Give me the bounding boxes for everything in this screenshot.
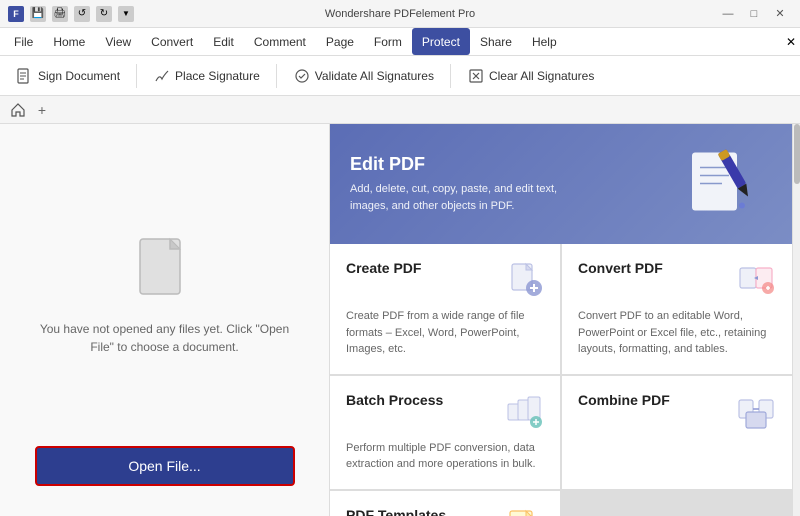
convert-pdf-header: Convert PDF xyxy=(578,260,776,300)
sign-document-label: Sign Document xyxy=(38,69,120,83)
main-area: You have not opened any files yet. Click… xyxy=(0,124,800,516)
cards-grid: Create PDF Create PDF from a wide range … xyxy=(330,244,792,516)
combine-pdf-card[interactable]: Combine PDF xyxy=(562,376,792,489)
toolbar-icon-5[interactable]: ▼ xyxy=(118,6,134,22)
app-icon: F xyxy=(8,6,24,22)
combine-pdf-icon xyxy=(736,392,776,432)
clear-sig-icon xyxy=(467,67,485,85)
batch-process-card[interactable]: Batch Process Perform multiple PDF conve… xyxy=(330,376,560,489)
clear-all-button[interactable]: Clear All Signatures xyxy=(459,60,602,92)
menu-edit[interactable]: Edit xyxy=(203,28,244,55)
place-signature-label: Place Signature xyxy=(175,69,260,83)
empty-state-text: You have not opened any files yet. Click… xyxy=(35,320,295,356)
close-panel-btn[interactable]: ✕ xyxy=(786,35,796,49)
sign-document-button[interactable]: Sign Document xyxy=(8,60,128,92)
convert-pdf-icon xyxy=(736,260,776,300)
clear-all-label: Clear All Signatures xyxy=(489,69,594,83)
place-sig-icon xyxy=(153,67,171,85)
scrollbar-thumb[interactable] xyxy=(794,124,800,184)
toolbar-icon-3[interactable]: ↺ xyxy=(74,6,90,22)
batch-process-title: Batch Process xyxy=(346,392,443,408)
sign-doc-icon xyxy=(16,67,34,85)
menu-convert[interactable]: Convert xyxy=(141,28,203,55)
menu-protect[interactable]: Protect xyxy=(412,28,470,55)
toolbar-icon-1[interactable]: 💾 xyxy=(30,6,46,22)
create-pdf-card[interactable]: Create PDF Create PDF from a wide range … xyxy=(330,244,560,374)
combine-pdf-title: Combine PDF xyxy=(578,392,670,408)
toolbar-divider-1 xyxy=(136,64,137,88)
create-pdf-title: Create PDF xyxy=(346,260,421,276)
banner-description: Add, delete, cut, copy, paste, and edit … xyxy=(350,181,590,214)
left-panel-content: You have not opened any files yet. Click… xyxy=(35,144,295,446)
window-controls: — □ ✕ xyxy=(716,5,792,23)
place-signature-button[interactable]: Place Signature xyxy=(145,60,268,92)
pdf-templates-icon xyxy=(504,507,544,516)
menu-home[interactable]: Home xyxy=(43,28,95,55)
pdf-templates-title: PDF Templates xyxy=(346,507,446,516)
menu-share[interactable]: Share xyxy=(470,28,522,55)
open-file-button[interactable]: Open File... xyxy=(35,446,295,486)
toolbar-divider-2 xyxy=(276,64,277,88)
batch-process-header: Batch Process xyxy=(346,392,544,432)
create-pdf-description: Create PDF from a wide range of file for… xyxy=(346,308,544,358)
maximize-button[interactable]: □ xyxy=(742,5,766,23)
toolbar-icon-4[interactable]: ↻ xyxy=(96,6,112,22)
right-panel: Edit PDF Add, delete, cut, copy, paste, … xyxy=(330,124,792,516)
tab-bar: + xyxy=(0,96,800,124)
menu-form[interactable]: Form xyxy=(364,28,412,55)
empty-file-icon xyxy=(135,234,195,304)
protect-toolbar: Sign Document Place Signature Validate A… xyxy=(0,56,800,96)
title-bar: F 💾 🖨 ↺ ↻ ▼ Wondershare PDFelement Pro —… xyxy=(0,0,800,28)
menu-page[interactable]: Page xyxy=(316,28,364,55)
edit-pdf-banner[interactable]: Edit PDF Add, delete, cut, copy, paste, … xyxy=(330,124,792,244)
toolbar-icon-2[interactable]: 🖨 xyxy=(52,6,68,22)
title-bar-icons: F 💾 🖨 ↺ ↻ ▼ xyxy=(8,6,134,22)
add-tab-button[interactable]: + xyxy=(32,100,52,120)
validate-all-label: Validate All Signatures xyxy=(315,69,434,83)
create-pdf-icon xyxy=(504,260,544,300)
menu-file[interactable]: File xyxy=(4,28,43,55)
left-panel: You have not opened any files yet. Click… xyxy=(0,124,330,516)
combine-pdf-header: Combine PDF xyxy=(578,392,776,432)
create-pdf-header: Create PDF xyxy=(346,260,544,300)
menu-view[interactable]: View xyxy=(95,28,141,55)
convert-pdf-description: Convert PDF to an editable Word, PowerPo… xyxy=(578,308,776,358)
batch-process-description: Perform multiple PDF conversion, data ex… xyxy=(346,440,544,473)
home-tab-icon[interactable] xyxy=(8,100,28,120)
menu-comment[interactable]: Comment xyxy=(244,28,316,55)
pdf-templates-card[interactable]: PDF Templates xyxy=(330,491,560,516)
menu-bar: File Home View Convert Edit Comment Page… xyxy=(0,28,800,56)
menu-help[interactable]: Help xyxy=(522,28,567,55)
validate-all-button[interactable]: Validate All Signatures xyxy=(285,60,442,92)
pdf-templates-header: PDF Templates xyxy=(346,507,544,516)
toolbar-divider-3 xyxy=(450,64,451,88)
minimize-button[interactable]: — xyxy=(716,5,740,23)
scrollbar[interactable] xyxy=(792,124,800,516)
close-button[interactable]: ✕ xyxy=(768,5,792,23)
validate-icon xyxy=(293,67,311,85)
convert-pdf-title: Convert PDF xyxy=(578,260,663,276)
batch-process-icon xyxy=(504,392,544,432)
window-title: Wondershare PDFelement Pro xyxy=(325,8,475,20)
convert-pdf-card[interactable]: Convert PDF Convert PDF to an editable W… xyxy=(562,244,792,374)
banner-illustration xyxy=(682,138,762,231)
